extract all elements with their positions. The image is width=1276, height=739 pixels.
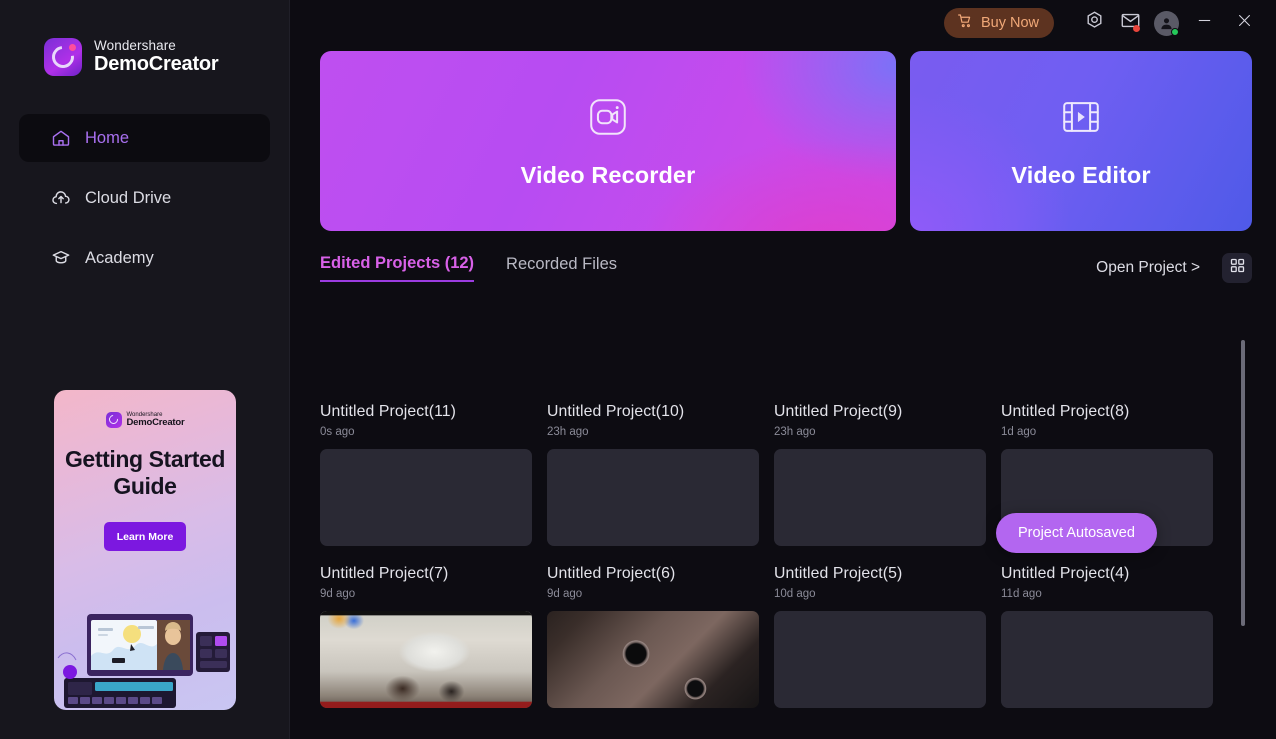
project-name: Untitled Project(6) [547, 565, 676, 582]
project-thumbnail-image [774, 449, 986, 546]
project-thumbnail[interactable] [320, 611, 532, 708]
project-thumbnail[interactable] [547, 611, 759, 708]
vertical-scrollbar[interactable] [1241, 340, 1245, 626]
video-editor-title: Video Editor [1011, 161, 1151, 188]
home-icon [51, 128, 71, 148]
project-name: Untitled Project(4) [1001, 565, 1130, 582]
promo-illustration [57, 614, 230, 708]
buy-now-button[interactable]: Buy Now [943, 8, 1054, 38]
project-timestamp: 0s ago [320, 426, 355, 438]
app-window: Wondershare DemoCreator Home Cloud Drive… [0, 0, 1276, 739]
buy-now-label: Buy Now [980, 15, 1039, 31]
democreator-logo-icon [105, 412, 122, 428]
cloud-upload-icon [51, 188, 71, 208]
project-timestamp: 1d ago [1001, 426, 1037, 438]
project-thumbnail-image [774, 611, 986, 708]
video-editor-card[interactable]: Video Editor [910, 51, 1252, 231]
project-name: Untitled Project(9) [774, 403, 903, 420]
project-timestamp: 9d ago [320, 588, 356, 600]
video-camera-icon [585, 94, 631, 145]
project-card[interactable]: Untitled Project(7) 9d ago [320, 565, 532, 719]
account-button[interactable] [1148, 5, 1184, 41]
projects-scroll-area[interactable]: Untitled Project(11) 0s ago Untitled Proje… [290, 299, 1276, 719]
project-name: Untitled Project(10) [547, 403, 685, 420]
sidebar: Wondershare DemoCreator Home Cloud Drive… [0, 0, 290, 739]
project-timestamp: 9d ago [547, 588, 583, 600]
close-icon [1236, 12, 1253, 34]
minimize-button[interactable] [1184, 3, 1224, 43]
project-timestamp: 11d ago [1001, 588, 1042, 600]
project-card[interactable]: Untitled Project(6) 9d ago [547, 565, 759, 719]
project-thumbnail[interactable] [547, 449, 759, 546]
shopping-cart-icon [957, 13, 973, 33]
project-thumbnail[interactable] [774, 611, 986, 708]
minimize-icon [1196, 12, 1213, 34]
project-thumbnail[interactable] [320, 449, 532, 546]
app-brand: Wondershare DemoCreator [0, 0, 289, 76]
project-thumbnail-image [547, 611, 759, 708]
mail-icon [1120, 10, 1141, 36]
project-thumbnail-image [547, 449, 759, 546]
open-project-link[interactable]: Open Project > [1096, 259, 1200, 277]
gear-icon [1084, 10, 1105, 36]
project-thumbnail-image [320, 449, 532, 546]
sidebar-item-academy[interactable]: Academy [19, 234, 270, 282]
video-recorder-title: Video Recorder [520, 161, 696, 188]
project-name: Untitled Project(11) [320, 403, 457, 420]
grid-view-toggle[interactable] [1222, 253, 1252, 283]
project-thumbnail-image [1001, 611, 1213, 708]
project-card[interactable]: Untitled Project(5) 10d ago [774, 565, 986, 719]
learn-more-button[interactable]: Learn More [104, 522, 186, 552]
messages-button[interactable] [1112, 5, 1148, 41]
getting-started-guide-banner[interactable]: Wondershare DemoCreator Getting Started … [54, 390, 236, 710]
project-card[interactable]: Untitled Project(11) 0s ago [320, 403, 532, 565]
sidebar-item-label: Cloud Drive [85, 188, 172, 207]
project-card[interactable]: Untitled Project(9) 23h ago [774, 403, 986, 565]
sidebar-item-label: Academy [85, 248, 154, 267]
unread-badge [1133, 25, 1140, 32]
main-area: Buy Now Video Recorder Video Editor Edit… [290, 0, 1276, 739]
online-status-badge [1171, 28, 1179, 36]
project-name: Untitled Project(7) [320, 565, 449, 582]
tab-edited-projects[interactable]: Edited Projects (12) [320, 254, 475, 282]
promo-title: Getting Started Guide [64, 446, 226, 500]
window-titlebar: Buy Now [290, 0, 1276, 46]
video-recorder-card[interactable]: Video Recorder [320, 51, 896, 231]
sidebar-item-home[interactable]: Home [19, 114, 270, 162]
close-button[interactable] [1224, 3, 1264, 43]
project-timestamp: 23h ago [774, 426, 816, 438]
hero-cards: Video Recorder Video Editor [290, 46, 1276, 231]
projects-toolbar: Edited Projects (12) Recorded Files Open… [290, 231, 1276, 283]
promo-brand: Wondershare DemoCreator [54, 412, 236, 428]
project-card[interactable]: Untitled Project(4) 11d ago [1001, 565, 1213, 719]
brand-product: DemoCreator [94, 53, 219, 76]
project-timestamp: 10d ago [774, 588, 816, 600]
democreator-logo-icon [44, 38, 82, 76]
project-thumbnail[interactable] [1001, 611, 1213, 708]
project-name: Untitled Project(8) [1001, 403, 1130, 420]
graduation-cap-icon [51, 248, 71, 268]
grid-view-icon [1230, 258, 1245, 278]
promo-brand-product: DemoCreator [126, 417, 185, 429]
projects-grid: Untitled Project(11) 0s ago Untitled Proje… [290, 299, 1276, 719]
project-thumbnail[interactable] [774, 449, 986, 546]
project-name: Untitled Project(5) [774, 565, 903, 582]
sidebar-item-cloud-drive[interactable]: Cloud Drive [19, 174, 270, 222]
tab-recorded-files[interactable]: Recorded Files [506, 255, 617, 281]
autosave-toast: Project Autosaved [996, 513, 1157, 553]
brand-vendor: Wondershare [94, 37, 176, 53]
settings-button[interactable] [1076, 5, 1112, 41]
project-card[interactable]: Untitled Project(10) 23h ago [547, 403, 759, 565]
project-timestamp: 23h ago [547, 426, 589, 438]
sidebar-nav: Home Cloud Drive Academy [0, 114, 289, 282]
film-play-icon [1058, 94, 1104, 145]
sidebar-item-label: Home [85, 128, 130, 147]
project-thumbnail-image [320, 611, 532, 708]
